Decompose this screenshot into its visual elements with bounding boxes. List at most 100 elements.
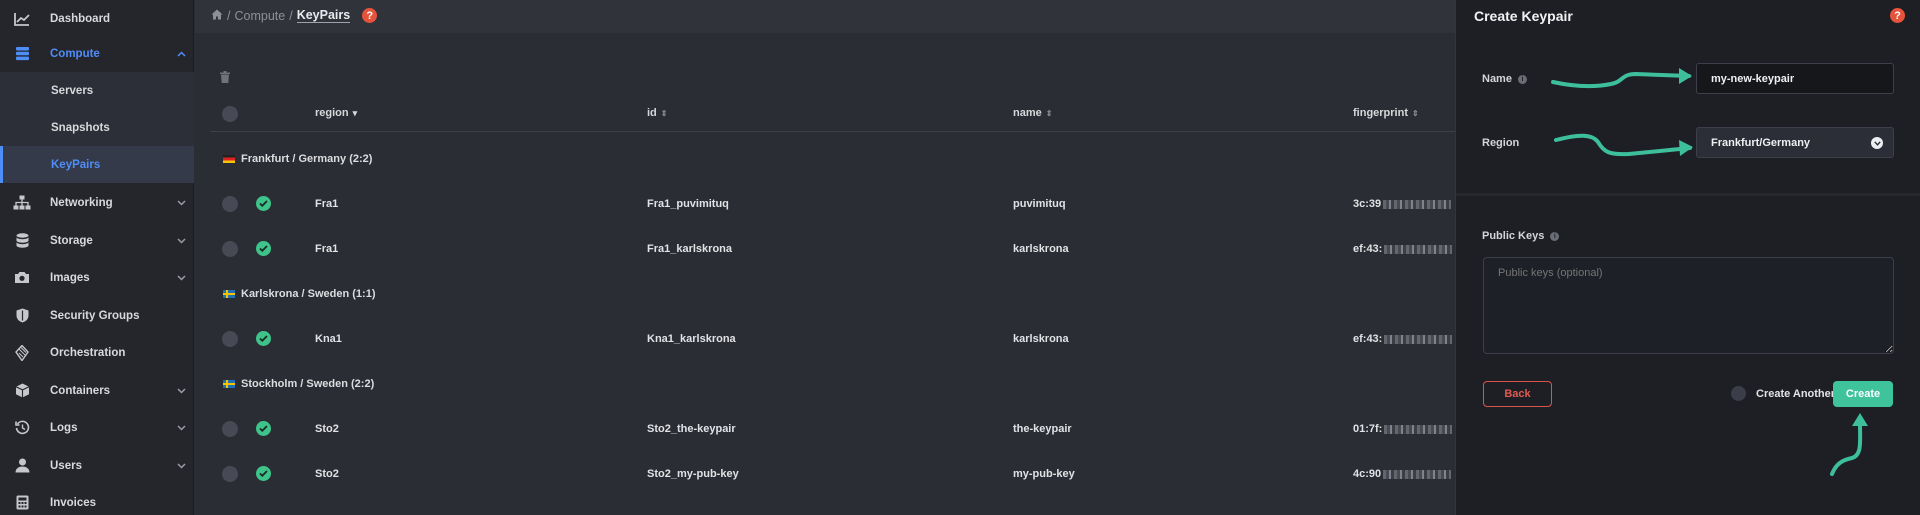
sidebar-item-servers[interactable]: Servers bbox=[0, 72, 194, 109]
public-keys-textarea[interactable] bbox=[1483, 257, 1894, 354]
sidebar-item-networking[interactable]: Networking bbox=[0, 184, 194, 221]
chevron-down-icon bbox=[176, 198, 186, 208]
panel-divider bbox=[1456, 193, 1920, 196]
help-icon[interactable]: ? bbox=[362, 8, 378, 23]
chevron-down-icon bbox=[176, 236, 186, 246]
label-text: Name bbox=[1482, 73, 1512, 85]
sidebar-item-label: KeyPairs bbox=[51, 158, 101, 171]
sidebar-item-storage[interactable]: Storage bbox=[0, 222, 194, 259]
cell-region: Kna1 bbox=[315, 333, 342, 345]
column-header-id[interactable]: id ⇕ bbox=[647, 107, 667, 119]
sidebar-item-invoices[interactable]: Invoices bbox=[0, 484, 194, 515]
trash-icon[interactable] bbox=[220, 70, 232, 83]
region-selected-value: Frankfurt/Germany bbox=[1711, 136, 1811, 149]
cell-region: Sto2 bbox=[315, 423, 339, 435]
sidebar-item-logs[interactable]: Logs bbox=[0, 409, 194, 446]
row-checkbox[interactable] bbox=[222, 241, 238, 257]
chart-icon bbox=[13, 10, 31, 28]
main-content: / Compute / KeyPairs ? region ▾ id ⇕ name ⇕… bbox=[195, 0, 1455, 515]
breadcrumb-separator: / bbox=[227, 8, 231, 23]
sidebar-item-keypairs[interactable]: KeyPairs bbox=[0, 146, 194, 183]
chevron-up-icon bbox=[176, 49, 186, 59]
sidebar-item-label: Compute bbox=[50, 47, 100, 60]
breadcrumb-separator: / bbox=[289, 8, 293, 23]
public-keys-label: Public Keys i bbox=[1482, 230, 1560, 242]
create-another-label: Create Another bbox=[1756, 387, 1836, 400]
cell-id: Sto2_the-keypair bbox=[647, 423, 736, 435]
fingerprint-text: ef:43: bbox=[1353, 333, 1383, 345]
create-another-toggle[interactable]: Create Another bbox=[1731, 386, 1835, 401]
header-divider bbox=[210, 131, 1455, 132]
cell-region: Fra1 bbox=[315, 243, 339, 255]
sidebar-item-containers[interactable]: Containers bbox=[0, 372, 194, 409]
create-another-radio[interactable] bbox=[1731, 386, 1746, 401]
group-label: Karlskrona / Sweden (1:1) bbox=[241, 288, 376, 300]
sidebar-item-snapshots[interactable]: Snapshots bbox=[0, 109, 194, 146]
row-checkbox[interactable] bbox=[222, 466, 238, 482]
shield-icon bbox=[13, 307, 31, 325]
column-header-fingerprint[interactable]: fingerprint ⇕ bbox=[1353, 107, 1419, 119]
breadcrumb-compute[interactable]: Compute bbox=[234, 9, 285, 23]
group-label: Frankfurt / Germany (2:2) bbox=[241, 153, 373, 165]
calculator-icon bbox=[13, 494, 31, 512]
back-button[interactable]: Back bbox=[1483, 381, 1552, 407]
row-checkbox[interactable] bbox=[222, 331, 238, 347]
info-icon[interactable]: i bbox=[1550, 231, 1560, 241]
sidebar-item-label: Containers bbox=[50, 384, 111, 397]
fingerprint-text: ef:43: bbox=[1353, 243, 1383, 255]
camera-icon bbox=[13, 269, 31, 287]
sidebar-item-compute[interactable]: Compute bbox=[0, 35, 194, 72]
status-ok-icon bbox=[256, 331, 271, 346]
row-checkbox[interactable] bbox=[222, 196, 238, 212]
sidebar-item-images[interactable]: Images bbox=[0, 259, 194, 296]
network-icon bbox=[13, 194, 31, 212]
region-select[interactable]: Frankfurt/Germany bbox=[1696, 127, 1894, 158]
help-icon[interactable]: ? bbox=[1890, 8, 1905, 23]
column-label: id bbox=[647, 107, 657, 119]
top-bar: / Compute / KeyPairs ? bbox=[195, 0, 1455, 33]
sidebar-item-label: Networking bbox=[50, 196, 113, 209]
cube-icon bbox=[13, 382, 31, 400]
cell-fingerprint: ef:43: bbox=[1353, 243, 1453, 255]
group-label: Stockholm / Sweden (2:2) bbox=[241, 378, 375, 390]
chevron-down-icon bbox=[176, 461, 186, 471]
annotation-arrow-icon bbox=[1554, 133, 1693, 157]
column-header-name[interactable]: name ⇕ bbox=[1013, 107, 1052, 119]
sidebar-item-orchestration[interactable]: Orchestration bbox=[0, 334, 194, 371]
column-header-region[interactable]: region ▾ bbox=[315, 107, 357, 119]
info-icon[interactable]: i bbox=[1517, 74, 1527, 84]
server-stack-icon bbox=[13, 45, 31, 63]
column-label: region bbox=[315, 107, 349, 119]
sidebar-item-label: Invoices bbox=[50, 496, 97, 509]
annotation-arrow-icon bbox=[1551, 68, 1692, 89]
column-label: fingerprint bbox=[1353, 107, 1408, 119]
redacted-block bbox=[1383, 199, 1452, 209]
cell-name: my-pub-key bbox=[1013, 468, 1075, 480]
name-input[interactable] bbox=[1696, 63, 1894, 94]
label-text: Public Keys bbox=[1482, 230, 1545, 242]
select-all-checkbox[interactable] bbox=[222, 106, 238, 122]
group-header: Stockholm / Sweden (2:2) bbox=[223, 378, 374, 390]
app-window: Dashboard Compute Servers Snapshots KeyP… bbox=[0, 0, 1920, 515]
group-header: Karlskrona / Sweden (1:1) bbox=[223, 288, 376, 300]
cell-fingerprint: 4c:90 bbox=[1353, 468, 1452, 480]
sidebar-item-label: Snapshots bbox=[51, 121, 110, 134]
sidebar-item-security-groups[interactable]: Security Groups bbox=[0, 297, 194, 334]
status-ok-icon bbox=[256, 421, 271, 436]
cell-region: Fra1 bbox=[315, 198, 339, 210]
sidebar-item-label: Servers bbox=[51, 84, 94, 97]
fingerprint-text: 01:7f: bbox=[1353, 423, 1383, 435]
sidebar-item-label: Security Groups bbox=[50, 309, 140, 322]
redacted-block bbox=[1384, 424, 1453, 434]
sidebar-item-users[interactable]: Users bbox=[0, 447, 194, 484]
home-icon[interactable] bbox=[211, 9, 223, 23]
label-text: Region bbox=[1482, 137, 1520, 149]
region-label: Region bbox=[1482, 137, 1519, 149]
sidebar-item-label: Dashboard bbox=[50, 12, 111, 25]
create-button[interactable]: Create bbox=[1833, 381, 1893, 407]
sidebar-item-dashboard[interactable]: Dashboard bbox=[0, 0, 194, 37]
cell-fingerprint: ef:43: bbox=[1353, 333, 1453, 345]
row-checkbox[interactable] bbox=[222, 421, 238, 437]
sidebar-item-label: Logs bbox=[50, 421, 78, 434]
cell-region: Sto2 bbox=[315, 468, 339, 480]
